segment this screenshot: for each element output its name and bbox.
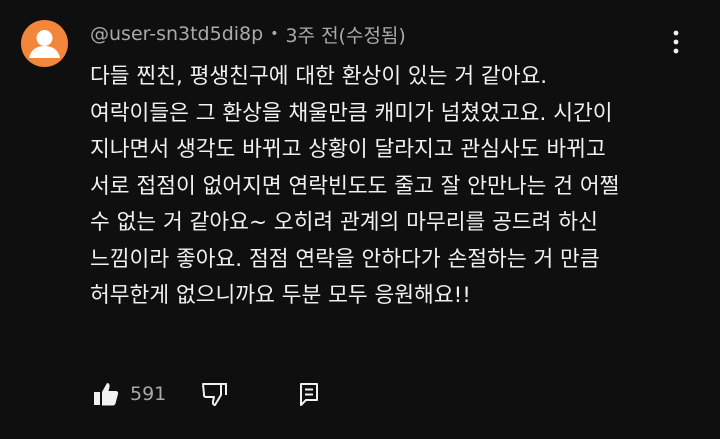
comment-body: 다들 찐친, 평생친구에 대한 환상이 있는 거 같아요. 여락이들은 그 환상… [90,59,690,315]
comment-reply-icon [300,383,319,406]
comment-line: 수 없는 거 같아요~ 오히려 관계의 마무리를 공드려 하신 [90,210,598,235]
more-vertical-icon [673,30,679,54]
thumbs-up-filled-icon [94,383,119,406]
comment-line: 서로 접점이 없어지면 연락빈도도 줄고 잘 안만나는 건 어쩔 [90,173,620,199]
author-name[interactable]: @user-sn3td5di8p [90,23,263,45]
dislike-button[interactable] [201,380,229,408]
more-options-button[interactable] [664,28,688,56]
like-button[interactable]: 591 [92,380,166,408]
comment-actions: 591 [92,378,321,410]
reply-button[interactable] [297,381,321,407]
comment-line: 여락이들은 그 환상을 채울만큼 캐미가 넘쳤었고요. 시간이 [90,100,613,126]
comment-line: 느낌이라 좋아요. 점점 연락을 안하다가 손절하는 거 만큼 [90,246,600,272]
separator-dot: • [270,26,279,42]
comment-header: @user-sn3td5di8p • 3주 전(수정됨) [90,20,406,48]
thumbs-down-outline-icon [202,383,228,406]
comment-timestamp[interactable]: 3주 전(수정됨) [285,21,405,48]
comment-line: 허무한게 없으니까요 두분 모두 응원해요!! [90,283,471,308]
avatar[interactable] [21,20,68,67]
comment-line: 지나면서 생각도 바뀌고 상황이 달라지고 관심사도 바뀌고 [90,137,606,162]
like-count: 591 [130,383,167,405]
default-avatar-icon [29,30,60,58]
comment-line: 다들 찐친, 평생친구에 대한 환상이 있는 거 같아요. [90,64,548,89]
